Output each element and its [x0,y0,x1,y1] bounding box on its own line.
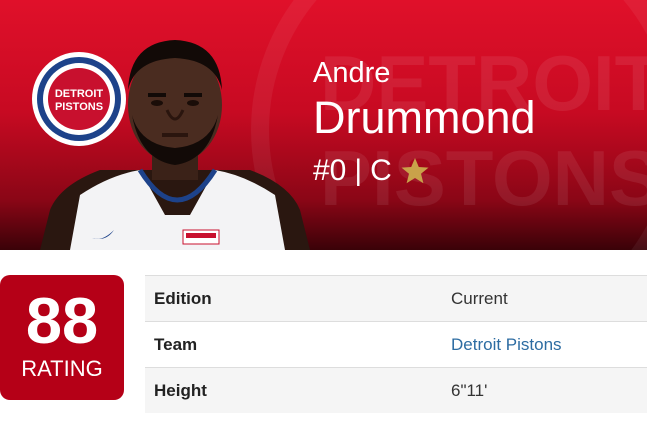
player-last-name: Drummond [313,92,536,143]
meta-separator: | [354,154,363,187]
rating-value: 88 [25,284,99,357]
player-info-table: Edition Current Team Detroit Pistons Hei… [145,275,647,413]
player-hero-banner: DETROIT PISTONS DETROIT PISTONS Andre Dr… [0,0,647,250]
info-row-height: Height 6"11' [145,367,647,413]
player-first-name: Andre [313,57,391,89]
player-position: C [370,154,392,187]
height-label: Height [154,380,207,400]
team-link[interactable]: Detroit Pistons [451,335,562,355]
star-icon [401,158,429,184]
height-value: 6"11' [451,380,488,400]
info-row-edition: Edition Current [145,275,647,321]
edition-value: Current [451,288,508,308]
team-label: Team [154,334,198,354]
rating-label: RATING [21,356,103,381]
player-number: #0 [313,154,347,187]
edition-label: Edition [154,288,212,308]
rating-badge: 88 RATING [0,275,124,400]
info-row-team: Team Detroit Pistons [145,321,647,367]
player-number-position: #0 | C [313,151,430,191]
player-photo [40,40,310,250]
